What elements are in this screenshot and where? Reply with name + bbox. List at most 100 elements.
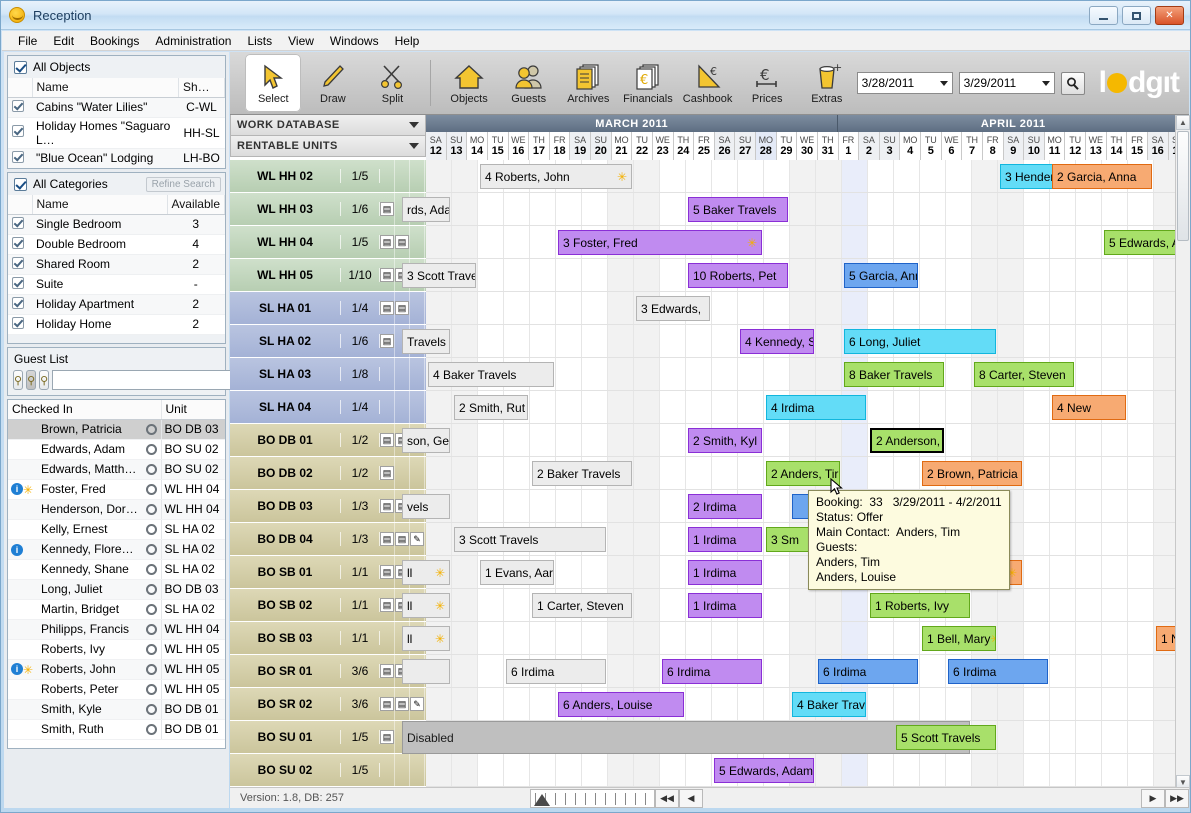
calendar-day-cell[interactable]: [582, 622, 608, 654]
nav-forward-all-button[interactable]: ▶▶: [1165, 789, 1189, 808]
calendar-day-cell[interactable]: [504, 622, 530, 654]
unit-row-bo-db-04[interactable]: BO DB 041/3▤▤✎: [230, 523, 426, 556]
calendar-day-cell[interactable]: [1128, 358, 1154, 390]
day-header-cell[interactable]: SU27: [735, 132, 756, 160]
booking-bar[interactable]: 3 Scott Travels: [402, 263, 476, 288]
calendar-day-cell[interactable]: [634, 589, 660, 621]
calendar-day-cell[interactable]: [634, 259, 660, 291]
booking-bar[interactable]: rds, Ada: [402, 197, 450, 222]
category-checkbox[interactable]: [12, 297, 24, 309]
calendar-day-cell[interactable]: [582, 358, 608, 390]
table-row[interactable]: Holiday Home 2: [8, 314, 225, 334]
calendar-day-cell[interactable]: [894, 226, 920, 258]
calendar-day-cell[interactable]: [894, 622, 920, 654]
calendar-day-cell[interactable]: [1050, 589, 1076, 621]
day-header-cell[interactable]: TU29: [777, 132, 798, 160]
booking-lane[interactable]: son, Ge2 Smith, Kyl2 Anderson,: [426, 424, 1189, 457]
calendar-day-cell[interactable]: [868, 193, 894, 225]
calendar-day-cell[interactable]: [998, 292, 1024, 324]
calendar-day-cell[interactable]: [530, 490, 556, 522]
calendar-day-cell[interactable]: [1024, 193, 1050, 225]
calendar-day-cell[interactable]: [452, 325, 478, 357]
status-circle-icon[interactable]: [146, 544, 157, 555]
calendar-day-cell[interactable]: [1024, 457, 1050, 489]
calendar-day-cell[interactable]: [972, 424, 998, 456]
calendar-day-cell[interactable]: [712, 358, 738, 390]
calendar-day-cell[interactable]: [582, 754, 608, 786]
calendar-day-cell[interactable]: [868, 226, 894, 258]
calendar-day-cell[interactable]: [738, 688, 764, 720]
unit-icon-slot[interactable]: [380, 754, 395, 787]
calendar-day-cell[interactable]: [1128, 523, 1154, 555]
status-circle-icon[interactable]: [146, 484, 157, 495]
unit-icon-slot[interactable]: [380, 622, 395, 655]
day-header-cell[interactable]: SA12: [426, 132, 447, 160]
booking-bar[interactable]: Disabled: [402, 721, 970, 754]
calendar-day-cell[interactable]: [582, 556, 608, 588]
tool-extras[interactable]: + Extras: [799, 54, 855, 112]
booking-bar[interactable]: 4 Roberts, John✳: [480, 164, 632, 189]
list-item[interactable]: i✳ Foster, Fred WL HH 04: [8, 479, 225, 499]
unit-row-wl-hh-04[interactable]: WL HH 041/5▤▤: [230, 226, 426, 259]
day-header-cell[interactable]: WE6: [942, 132, 963, 160]
calendar-day-cell[interactable]: [1024, 325, 1050, 357]
booking-bar[interactable]: 6 Anders, Louise: [558, 692, 684, 717]
calendar-day-cell[interactable]: [608, 259, 634, 291]
calendar-day-cell[interactable]: [816, 358, 842, 390]
calendar-day-cell[interactable]: [1076, 457, 1102, 489]
calendar-day-cell[interactable]: [998, 325, 1024, 357]
calendar-day-cell[interactable]: [920, 292, 946, 324]
calendar-day-cell[interactable]: [1102, 457, 1128, 489]
calendar-day-cell[interactable]: [452, 193, 478, 225]
unit-icon-slot[interactable]: ▤: [380, 655, 395, 688]
unit-icon-slot[interactable]: ▤: [395, 226, 410, 259]
calendar-day-cell[interactable]: [556, 391, 582, 423]
booking-bar[interactable]: 5 Baker Travels: [688, 197, 788, 222]
table-row[interactable]: "Blue Ocean" Lodging LH-BO: [8, 148, 225, 168]
calendar-day-cell[interactable]: [972, 589, 998, 621]
list-item[interactable]: Roberts, Ivy WL HH 05: [8, 639, 225, 659]
unit-row-bo-sb-02[interactable]: BO SB 021/1▤▤: [230, 589, 426, 622]
list-item[interactable]: Smith, Ruth BO DB 01: [8, 719, 225, 739]
booking-bar[interactable]: 2 Irdima: [688, 494, 762, 519]
calendar-day-cell[interactable]: [998, 424, 1024, 456]
day-header-cell[interactable]: MO14: [467, 132, 488, 160]
day-header-cell[interactable]: MO4: [900, 132, 921, 160]
calendar-day-cell[interactable]: [1050, 688, 1076, 720]
calendar-day-cell[interactable]: [712, 457, 738, 489]
calendar-day-cell[interactable]: [686, 754, 712, 786]
menu-item-help[interactable]: Help: [387, 32, 428, 50]
calendar-day-cell[interactable]: [634, 523, 660, 555]
calendar-day-cell[interactable]: [1050, 292, 1076, 324]
calendar-day-cell[interactable]: [504, 193, 530, 225]
calendar-day-cell[interactable]: [842, 160, 868, 192]
booking-bar[interactable]: 8 Carter, Steven: [974, 362, 1074, 387]
calendar-day-cell[interactable]: [1024, 391, 1050, 423]
calendar-day-cell[interactable]: [1024, 490, 1050, 522]
menu-item-administration[interactable]: Administration: [147, 32, 239, 50]
day-header-cell[interactable]: SA19: [570, 132, 591, 160]
calendar-day-cell[interactable]: [1102, 655, 1128, 687]
calendar-day-cell[interactable]: [452, 655, 478, 687]
calendar-day-cell[interactable]: [452, 292, 478, 324]
calendar-day-cell[interactable]: [790, 160, 816, 192]
calendar-day-cell[interactable]: [1050, 754, 1076, 786]
calendar-day-cell[interactable]: [790, 655, 816, 687]
unit-row-bo-su-02[interactable]: BO SU 021/5: [230, 754, 426, 787]
calendar-day-cell[interactable]: [452, 589, 478, 621]
calendar-day-cell[interactable]: [920, 226, 946, 258]
work-database-dropdown[interactable]: WORK DATABASE: [230, 115, 426, 136]
cleaning-icon[interactable]: ▤: [380, 235, 394, 249]
calendar-day-cell[interactable]: [426, 457, 452, 489]
calendar-day-cell[interactable]: [946, 259, 972, 291]
unit-icon-slot[interactable]: [410, 391, 425, 424]
calendar-day-cell[interactable]: [816, 259, 842, 291]
day-header-cell[interactable]: FR8: [983, 132, 1004, 160]
calendar-day-cell[interactable]: [452, 622, 478, 654]
info-icon[interactable]: i: [11, 483, 23, 495]
calendar-day-cell[interactable]: [1076, 424, 1102, 456]
calendar-day-cell[interactable]: [816, 160, 842, 192]
unit-icon-slot[interactable]: ▤: [380, 523, 395, 556]
calendar-day-cell[interactable]: [998, 721, 1024, 753]
calendar-day-cell[interactable]: [1050, 193, 1076, 225]
